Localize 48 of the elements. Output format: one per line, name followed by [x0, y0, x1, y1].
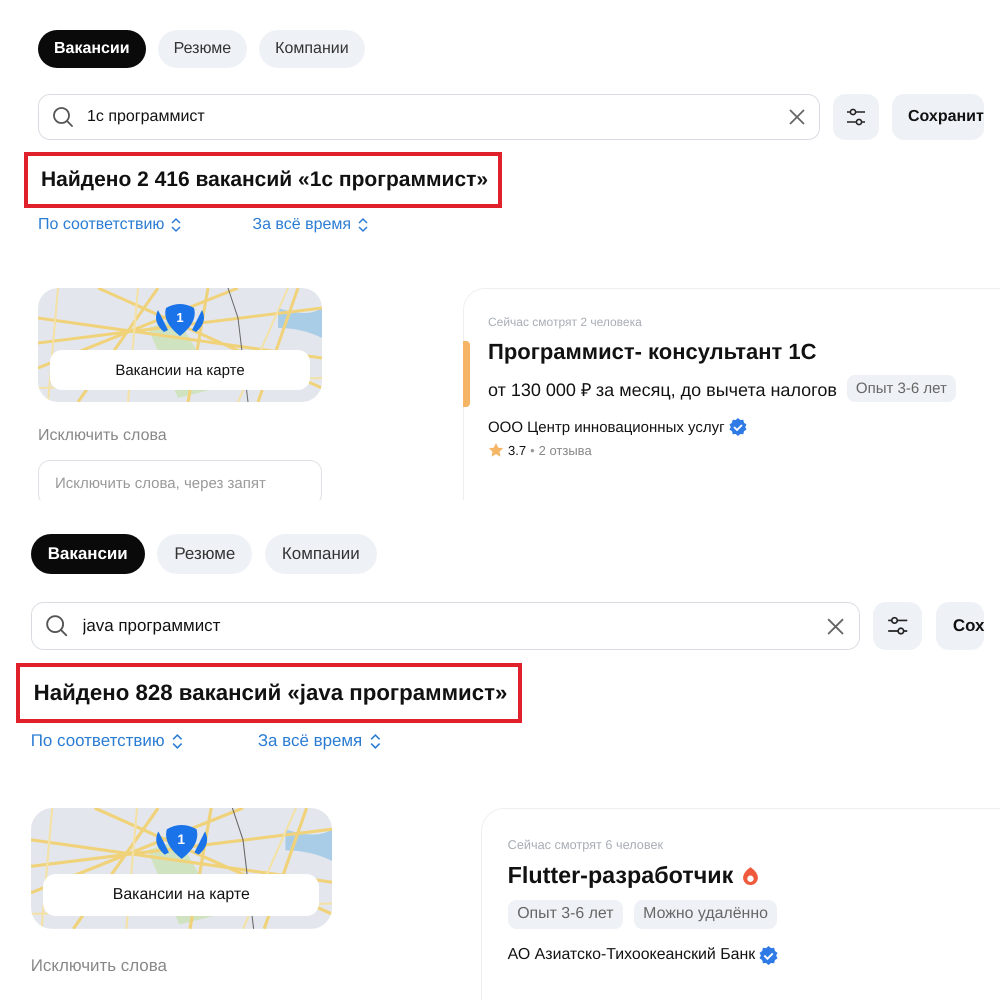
- tab[interactable]: Резюме: [157, 534, 252, 574]
- save-button[interactable]: Сох: [936, 602, 984, 650]
- sort-chevron-icon: [357, 217, 370, 233]
- sort-link[interactable]: За всё время: [252, 216, 370, 234]
- vacancy-title[interactable]: Программист- консультант 1С: [488, 339, 817, 365]
- experience-tag: Опыт 3-6 лет: [846, 375, 956, 402]
- map-button[interactable]: Вакансии на карте: [50, 350, 310, 390]
- exclude-words-field[interactable]: Исключить слова, через запят: [38, 460, 322, 500]
- experience-tag: Можно удалённо: [634, 900, 778, 929]
- vacancy-title[interactable]: Flutter-разработчик: [508, 862, 734, 890]
- salary-text: от 130 000 ₽ за месяц, до вычета налогов: [488, 378, 837, 400]
- search-field[interactable]: 1с программист: [85, 107, 777, 127]
- experience-tag: Опыт 3-6 лет: [508, 900, 624, 929]
- search-bar[interactable]: 1с программист: [38, 94, 820, 140]
- separator-dot: •: [530, 442, 535, 458]
- tab[interactable]: Вакансии: [30, 534, 145, 574]
- vacancy-card[interactable]: Сейчас смотрят 6 человек Flutter-разработчик Опыт 3-6 лет Можно удалённо АО Азиатско-Тихоокеанский Банк: [481, 808, 1000, 1000]
- tab[interactable]: Компании: [259, 30, 365, 68]
- tab[interactable]: Резюме: [158, 30, 248, 68]
- vacancy-card[interactable]: Сейчас смотрят 2 человека Программист- консультант 1С от 130 000 ₽ за месяц, до вычета налогов Опыт 3-6 лет ООО Центр инновационных услуг 3.7 • 2 отзыва: [463, 288, 1000, 500]
- tab[interactable]: Компании: [264, 534, 377, 574]
- reviews-link[interactable]: 2 отзыва: [538, 442, 592, 458]
- sort-link[interactable]: По соответствию: [38, 216, 182, 234]
- company-link[interactable]: ООО Центр инновационных услуг: [488, 418, 725, 436]
- close-icon[interactable]: [824, 616, 846, 637]
- tab[interactable]: Вакансии: [38, 30, 146, 68]
- rating-value: 3.7: [508, 442, 526, 458]
- star-icon: [488, 442, 504, 458]
- sort-chevron-icon: [368, 732, 382, 750]
- watchers-text: Сейчас смотрят 2 человека: [488, 315, 643, 329]
- sort-link[interactable]: По соответствию: [30, 731, 184, 752]
- sort-chevron-icon: [170, 732, 184, 750]
- filter-button[interactable]: [873, 602, 922, 650]
- filter-button[interactable]: [833, 94, 879, 140]
- results-heading: Найдено 828 вакансий «java программист»: [34, 680, 508, 706]
- company-link[interactable]: АО Азиатско-Тихоокеанский Банк: [508, 946, 756, 964]
- sort-chevron-icon: [170, 217, 182, 233]
- exclude-words-label: Исключить слова: [38, 427, 168, 445]
- exclude-words-label: Исключить слова: [30, 956, 168, 976]
- sort-link[interactable]: За всё время: [258, 731, 382, 752]
- save-button[interactable]: Сохранит: [892, 94, 984, 140]
- search-icon: [44, 613, 70, 639]
- watchers-text: Сейчас смотрят 6 человек: [508, 836, 664, 852]
- results-heading: Найдено 2 416 вакансий «1с программист»: [41, 168, 488, 192]
- accent-bar: [463, 341, 470, 407]
- close-icon[interactable]: [787, 107, 807, 127]
- search-icon: [51, 105, 75, 129]
- map-button[interactable]: Вакансии на карте: [43, 874, 320, 916]
